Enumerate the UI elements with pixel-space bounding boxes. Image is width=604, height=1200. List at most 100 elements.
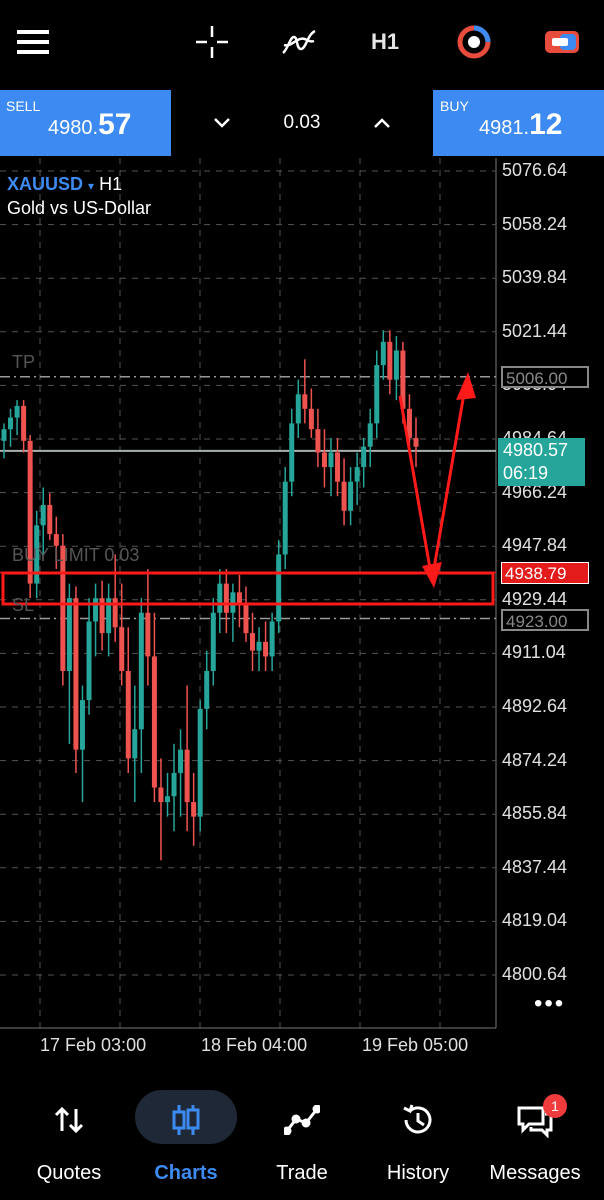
- candle-body: [380, 341, 386, 366]
- messages-badge: 1: [543, 1094, 567, 1118]
- candle-body: [151, 656, 157, 788]
- more-options-icon[interactable]: •••: [534, 990, 565, 1018]
- candle-body: [138, 612, 144, 730]
- candle-body: [302, 394, 308, 409]
- candle-body: [367, 423, 373, 447]
- price-tick-label: 4929.44: [502, 588, 568, 609]
- symbol-name: XAUUSD: [7, 174, 84, 194]
- price-tick-label: 4837.44: [502, 856, 568, 877]
- indicators-icon[interactable]: [277, 20, 321, 64]
- candle-countdown: 06:19: [503, 463, 549, 483]
- history-chart-icon[interactable]: [452, 20, 496, 64]
- candle-body: [250, 633, 256, 651]
- candle-body: [361, 446, 367, 468]
- charts-icon: [127, 1090, 245, 1150]
- tp-line-label: TP: [12, 352, 36, 372]
- sl-line-label: SL: [12, 595, 35, 615]
- nav-trade[interactable]: Trade: [243, 1090, 361, 1190]
- candle-body: [204, 670, 210, 709]
- candle-body: [256, 641, 262, 651]
- nav-label-trade: Trade: [276, 1162, 328, 1184]
- bid-price-tag: 4980.57 06:19: [498, 438, 585, 486]
- sl-price-tag[interactable]: 4923.00: [501, 609, 589, 631]
- bottom-navigation: Quotes Charts Trade History 1 Messages: [0, 1080, 604, 1200]
- buy-limit-line-label: BUY LIMIT 0.03: [12, 545, 140, 565]
- candle-body: [178, 749, 184, 773]
- candle-body: [164, 796, 170, 803]
- quotes-icon: [10, 1090, 128, 1150]
- price-tick-label: 4911.04: [502, 642, 566, 663]
- candle-body: [171, 772, 177, 797]
- nav-messages[interactable]: 1 Messages: [476, 1090, 594, 1190]
- candle-body: [191, 802, 197, 817]
- tp-price-tag[interactable]: 5006.00: [501, 366, 589, 388]
- candle-body: [40, 504, 46, 526]
- price-tick-label: 4800.64: [502, 964, 568, 984]
- history-icon: [359, 1090, 477, 1150]
- candle-body: [308, 408, 314, 430]
- time-tick-label: 17 Feb 03:00: [40, 1035, 147, 1055]
- candle-body: [125, 670, 131, 759]
- symbol-header[interactable]: XAUUSD ▾ H1: [7, 174, 122, 195]
- messages-icon: [476, 1090, 594, 1150]
- buy-button[interactable]: BUY 4981.12: [433, 90, 604, 156]
- one-click-trading-bar: SELL 4980.57 0.03 BUY 4981.12: [0, 90, 604, 156]
- time-tick-label: 19 Feb 05:00: [362, 1035, 469, 1055]
- buy-price: 4981.12: [479, 108, 563, 141]
- candle-body: [315, 429, 321, 453]
- price-tick-label: 5058.24: [502, 213, 568, 234]
- chart-timeframe: H1: [99, 174, 123, 194]
- price-tick-label: 4855.84: [502, 803, 568, 824]
- price-tick-label: 5039.84: [502, 267, 568, 288]
- price-tick-label: 4892.64: [502, 696, 568, 716]
- candle-body: [263, 641, 269, 657]
- candle-body: [354, 467, 360, 482]
- candle-body: [79, 700, 85, 750]
- nav-label-history: History: [386, 1162, 450, 1184]
- candle-body: [21, 405, 27, 441]
- menu-icon[interactable]: [11, 20, 55, 64]
- candle-body: [341, 481, 347, 511]
- price-tick-label: 5076.64: [502, 160, 568, 180]
- candle-body: [66, 598, 72, 671]
- crosshair-icon[interactable]: [190, 20, 234, 64]
- candle-body: [387, 341, 393, 380]
- candle-body: [210, 612, 216, 671]
- candle-body: [93, 598, 99, 622]
- price-tick-label: 4819.04: [502, 910, 568, 931]
- buy-label: BUY: [440, 98, 469, 114]
- nav-history[interactable]: History: [359, 1090, 477, 1190]
- sell-label: SELL: [6, 98, 41, 114]
- lot-size-selector: 0.03: [171, 90, 433, 156]
- sell-price: 4980.57: [48, 108, 132, 141]
- candle-body: [119, 627, 125, 671]
- candle-body: [328, 452, 334, 468]
- sell-button[interactable]: SELL 4980.57: [0, 90, 171, 156]
- nav-charts[interactable]: Charts: [127, 1090, 245, 1190]
- symbol-description: Gold vs US-Dollar: [7, 198, 152, 218]
- bid-price: 4980.57: [503, 440, 569, 460]
- candle-body: [348, 481, 354, 511]
- candle-body: [53, 534, 59, 546]
- candle-body: [374, 365, 380, 424]
- timeframe-button[interactable]: H1: [363, 20, 407, 64]
- candle-body: [295, 394, 301, 424]
- toggle-icon[interactable]: [540, 20, 584, 64]
- buy-limit-price-tag[interactable]: 4938.79: [501, 562, 589, 584]
- increase-lot-chevron-up-icon[interactable]: [367, 108, 397, 138]
- nav-quotes[interactable]: Quotes: [10, 1090, 128, 1190]
- candle-body: [184, 749, 190, 803]
- candle-body: [132, 729, 138, 759]
- candle-body: [236, 592, 242, 604]
- candle-body: [335, 452, 341, 482]
- price-tick-label: 5021.44: [502, 320, 568, 341]
- candle-body: [243, 603, 249, 634]
- candle-body: [47, 504, 53, 535]
- price-tick-label: 4947.84: [502, 535, 568, 556]
- top-toolbar: H1: [0, 0, 604, 88]
- candle-body: [413, 437, 419, 447]
- candle-body: [158, 787, 164, 803]
- candle-body: [14, 405, 20, 418]
- candle-body: [223, 583, 229, 613]
- price-tick-label: 4874.24: [502, 749, 568, 770]
